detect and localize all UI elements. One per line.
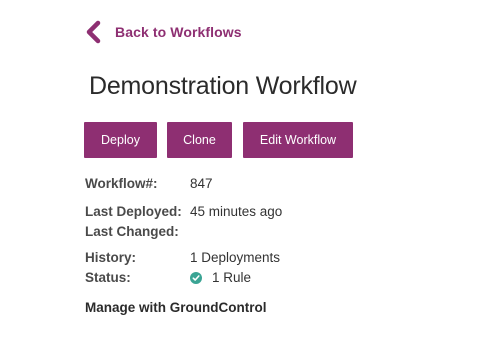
workflow-number-value: 847 [190, 176, 213, 191]
edit-workflow-button[interactable]: Edit Workflow [243, 122, 353, 158]
history-label: History: [85, 250, 137, 265]
deployments-link[interactable]: 1 Deployments [190, 250, 280, 265]
last-changed-label: Last Changed: [85, 224, 179, 239]
manage-with-groundcontrol: Manage with GroundControl [85, 300, 267, 315]
workflow-number-label: Workflow#: [85, 176, 158, 191]
status-label: Status: [85, 270, 131, 285]
deploy-button[interactable]: Deploy [84, 122, 157, 158]
status-text: 1 Rule [212, 270, 252, 285]
back-link-label: Back to Workflows [115, 24, 242, 40]
clone-button[interactable]: Clone [167, 122, 232, 158]
page-title: Demonstration Workflow [89, 72, 357, 100]
chevron-left-icon [84, 20, 104, 44]
last-deployed-value: 45 minutes ago [190, 204, 283, 219]
back-to-workflows-link[interactable]: Back to Workflows [84, 20, 242, 44]
status-value: 1 Rule [190, 270, 251, 285]
last-deployed-label: Last Deployed: [85, 204, 182, 219]
check-circle-icon [190, 272, 202, 284]
